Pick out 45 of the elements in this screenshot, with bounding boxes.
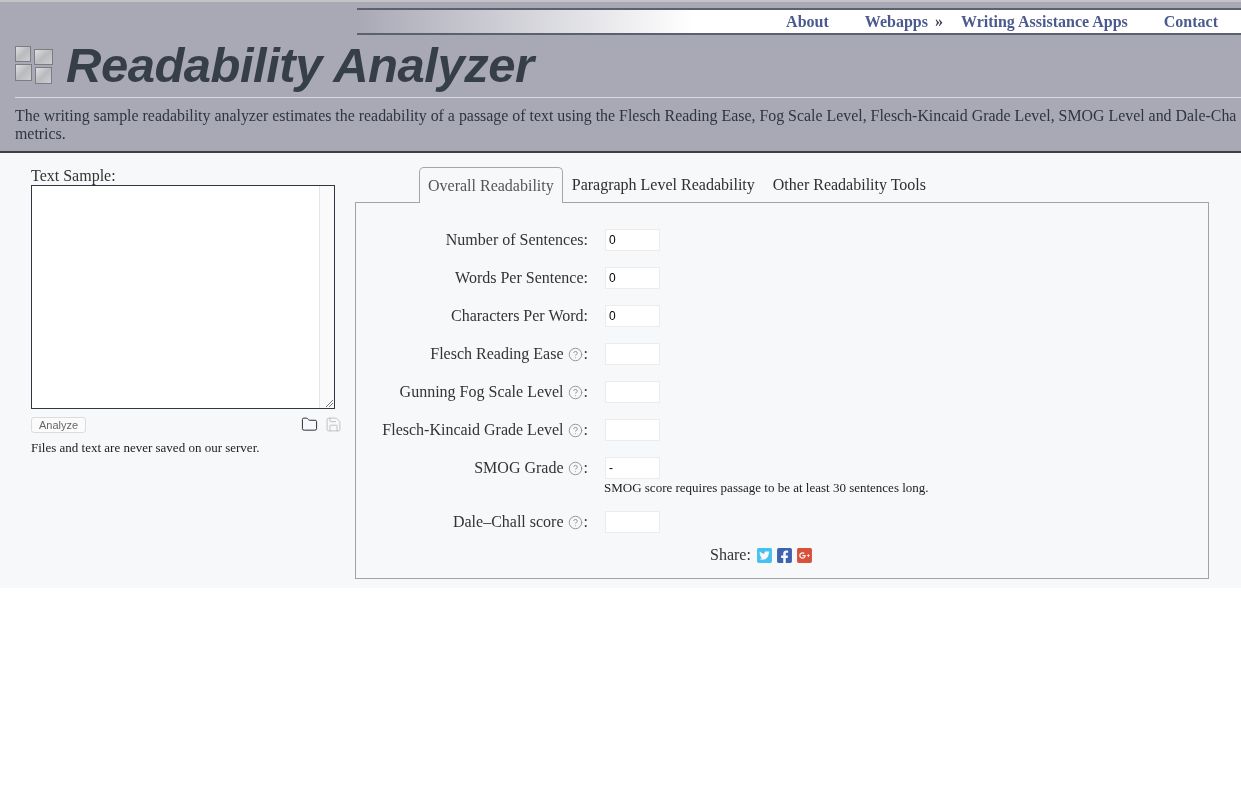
description-text: metrics. (15, 125, 67, 143)
metric-label: : (583, 344, 588, 364)
logo-icon (15, 46, 54, 84)
help-icon[interactable] (567, 422, 583, 438)
scrollbar-track[interactable] (319, 186, 334, 408)
help-icon[interactable] (567, 460, 583, 476)
nav-link[interactable]: Webapps (864, 12, 928, 31)
field-label: Text Sample: (31, 167, 116, 185)
letter-f-icon[interactable] (775, 546, 793, 564)
metric-label: Characters Per Word: (450, 306, 588, 326)
metric-field[interactable]: 0 (605, 267, 660, 289)
metric-label: Number of Sentences: (445, 230, 588, 250)
nav-link[interactable]: Writing Assistance Apps (960, 12, 1128, 31)
metric-note: SMOG score requires passage to be at least 30 sentences long. (604, 481, 929, 495)
g-plus-icon[interactable] (795, 546, 813, 564)
help-icon[interactable] (567, 346, 583, 362)
save-icon[interactable] (325, 416, 342, 433)
metric-field[interactable]: 0 (605, 305, 660, 327)
tab[interactable]: Paragraph Level Readability (562, 167, 764, 202)
metric-field[interactable]: - (605, 457, 660, 479)
analyze-button[interactable]: Analyze (31, 416, 87, 433)
tab[interactable]: Overall Readability (419, 167, 563, 203)
metric-label: : (583, 420, 588, 440)
metric-label: SMOG Grade (474, 458, 564, 478)
description-text: The writing sample readability analyzer estimates the readability of a passage of text using the Flesch Reading Ease, Fog Scale Level, Flesch-Kincaid Grade Level, SMOG Level and Dale-Cha (15, 107, 1238, 125)
metric-label: Words Per Sentence: (455, 268, 588, 288)
metric-field[interactable]: 0 (605, 229, 660, 251)
resize-grip-icon[interactable] (325, 399, 333, 407)
help-icon[interactable] (567, 514, 583, 530)
text-sample-field[interactable] (31, 185, 335, 409)
metric-label: : (583, 512, 588, 532)
privacy-note: Files and text are never saved on our server. (31, 440, 260, 455)
metric-label: Flesch Reading Ease (430, 344, 564, 365)
help-icon[interactable] (567, 384, 583, 400)
metric-label: : (583, 382, 588, 402)
metric-label: Gunning Fog Scale Level (399, 382, 564, 403)
submenu-marker: » (934, 12, 943, 31)
metric-label: Flesch-Kincaid Grade Level (382, 420, 564, 440)
nav-link[interactable]: About (786, 12, 829, 31)
tab[interactable]: Other Readability Tools (763, 167, 935, 202)
folder-icon[interactable] (301, 416, 318, 433)
metric-label: : (583, 458, 588, 478)
nav-link[interactable]: Contact (1163, 12, 1218, 31)
metric-label: Dale–Chall score (452, 512, 564, 532)
share-label: Share: (710, 545, 751, 565)
